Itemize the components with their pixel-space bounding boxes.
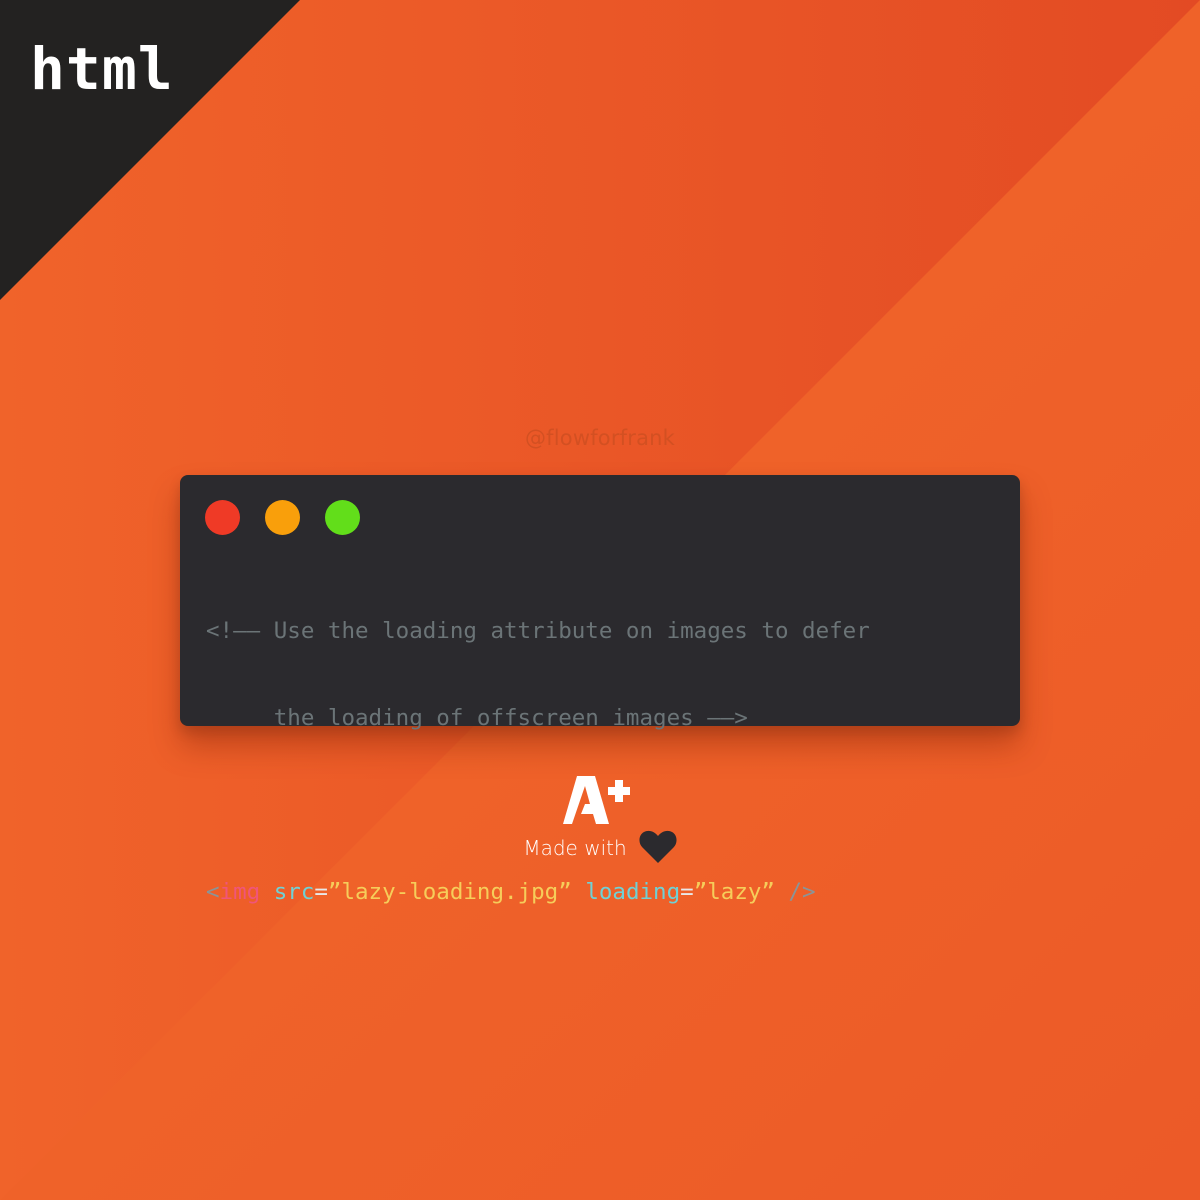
author-handle: @flowforfrank [524, 426, 676, 450]
a-plus-logo-icon [563, 776, 630, 824]
close-dot-icon [205, 500, 240, 535]
tag-self-close: /> [788, 879, 816, 905]
equals-1: = [314, 879, 328, 905]
code-line-img: <img src=”lazy-loading.jpg” loading=”laz… [206, 878, 870, 907]
equals-2: = [680, 879, 694, 905]
code-block: <!—— Use the loading attribute on images… [206, 559, 870, 965]
made-with-text: Made with [523, 836, 627, 860]
heart-icon [639, 830, 677, 863]
code-window: <!—— Use the loading attribute on images… [180, 475, 1020, 905]
minimize-dot-icon [265, 500, 300, 535]
value-loading: ”lazy” [693, 879, 775, 905]
footer-brand: Made with [0, 776, 1200, 864]
attr-src: src [273, 879, 315, 905]
tag-open-bracket: < [206, 879, 220, 905]
language-label: html [30, 35, 174, 103]
window-controls [205, 500, 360, 535]
maximize-dot-icon [325, 500, 360, 535]
tag-name: img [219, 879, 261, 905]
comment-line-1: <!—— Use the loading attribute on images… [206, 618, 870, 644]
value-src: ”lazy-loading.jpg” [327, 879, 572, 905]
comment-line-2: the loading of offscreen images ——> [206, 705, 748, 731]
attr-loading: loading [585, 879, 681, 905]
made-with-row: Made with [523, 830, 677, 864]
